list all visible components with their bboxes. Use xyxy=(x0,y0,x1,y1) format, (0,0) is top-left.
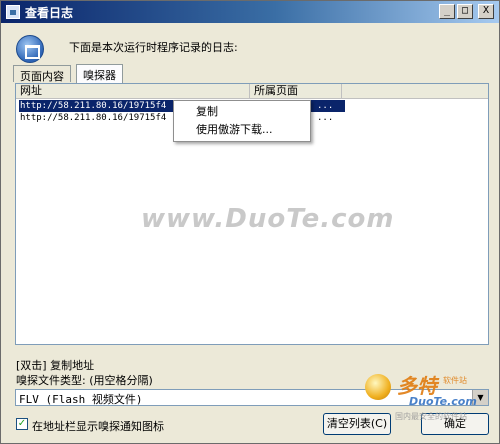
menu-item-download-maxthon[interactable]: 使用傲游下载... xyxy=(196,122,273,138)
logo-tagline: 国内最安全的软件站 xyxy=(395,412,467,421)
log-icon xyxy=(16,35,44,63)
intro-text: 下面是本次运行时程序记录的日志: xyxy=(69,41,238,54)
row-url: http://58.211.80.16/19715f4 xyxy=(20,113,167,123)
row-url: http://58.211.80.16/19715f4 xyxy=(19,100,177,112)
file-type-label: 嗅探文件类型: (用空格分隔) xyxy=(16,374,153,387)
app-icon xyxy=(6,5,20,19)
minimize-button[interactable]: _ xyxy=(439,4,455,19)
maximize-button[interactable]: □ xyxy=(457,4,473,19)
watermark-text: www.DuoTe.com xyxy=(141,204,395,234)
hint-text: [双击] 复制地址 xyxy=(16,359,95,372)
title-bar[interactable]: 查看日志 _ □ X xyxy=(1,1,499,23)
show-notify-checkbox[interactable]: ✓ xyxy=(16,418,28,430)
logo-sub: 软件站 xyxy=(443,376,467,385)
menu-item-copy[interactable]: 复制 xyxy=(196,104,218,120)
list-header: 网址 所属页面 xyxy=(16,84,488,99)
show-notify-label[interactable]: 在地址栏显示嗅探通知图标 xyxy=(32,418,164,434)
close-button[interactable]: X xyxy=(478,4,494,19)
context-menu: 复制 使用傲游下载... xyxy=(173,100,311,142)
window-title: 查看日志 xyxy=(25,6,74,20)
logo-emblem xyxy=(365,374,391,400)
logo-url: DuoTe.com xyxy=(409,395,477,408)
tab-page-content[interactable]: 页面内容 xyxy=(13,65,71,83)
column-header-page[interactable]: 所属页面 xyxy=(250,84,342,99)
file-type-value: FLV (Flash 视频文件) xyxy=(19,393,143,406)
tab-sniffer[interactable]: 嗅探器 xyxy=(76,64,123,83)
duote-logo: 多特 软件站 DuoTe.com 国内最安全的软件站 xyxy=(355,370,500,426)
log-window: 查看日志 _ □ X 下面是本次运行时程序记录的日志: 页面内容 嗅探器 网址 … xyxy=(0,0,500,444)
column-header-url[interactable]: 网址 xyxy=(16,84,250,99)
